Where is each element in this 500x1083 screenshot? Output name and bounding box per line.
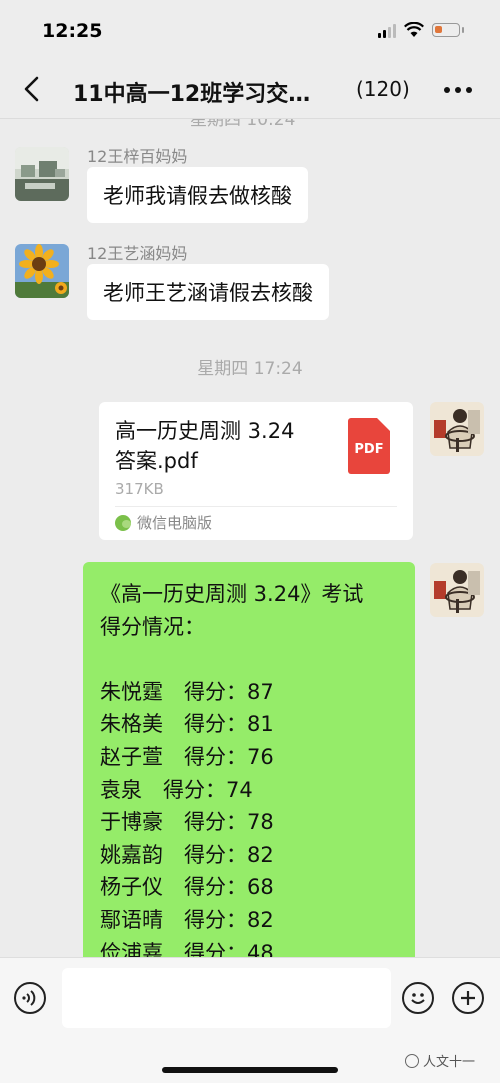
- score-line: 《高一历史周测 3.24》考试: [100, 582, 364, 606]
- member-count: (120): [356, 77, 410, 101]
- chat-title: 11中高一12班学习交…: [73, 82, 311, 107]
- score-line: [100, 643, 401, 676]
- score-line: 袁泉 得分：74: [100, 777, 253, 802]
- file-message-card[interactable]: 高一历史周测 3.24 答案.pdf 317KB PDF 微信电脑版: [99, 402, 413, 540]
- file-name: 高一历史周测 3.24 答案.pdf: [115, 419, 295, 473]
- score-line: 于博豪 得分：78: [100, 810, 274, 835]
- more-options-icon[interactable]: [444, 76, 476, 104]
- score-line: 杨子仪 得分：68: [100, 875, 274, 900]
- file-card-divider: [115, 506, 397, 507]
- message-bubble[interactable]: 老师我请假去做核酸: [87, 167, 308, 223]
- status-icons: [378, 22, 464, 38]
- teacher-avatar[interactable]: [430, 402, 484, 456]
- partial-timestamp: 星期四 10:24: [190, 119, 296, 130]
- teacher-avatar[interactable]: [430, 563, 484, 617]
- watermark: 人文十一: [405, 1051, 475, 1070]
- score-message-bubble[interactable]: 《高一历史周测 3.24》考试 得分情况： 朱悦霆 得分：87 朱格美 得分：8…: [83, 562, 415, 957]
- score-line: 朱格美 得分：81: [100, 712, 274, 737]
- sender-name: 12王梓百妈妈: [87, 147, 188, 166]
- home-indicator[interactable]: [162, 1067, 338, 1073]
- file-source-label: 微信电脑版: [137, 514, 213, 532]
- battery-icon: [432, 23, 464, 37]
- watermark-text: 人文十一: [423, 1055, 476, 1070]
- message-text: 老师王艺涵请假去核酸: [103, 281, 313, 305]
- score-line: 赵子萱 得分：76: [100, 744, 274, 769]
- voice-input-icon[interactable]: [14, 982, 46, 1014]
- emoji-icon[interactable]: [402, 982, 434, 1014]
- score-line: 得分情况：: [100, 614, 205, 639]
- pdf-file-icon: PDF: [348, 418, 390, 474]
- sender-name: 12王艺涵妈妈: [87, 244, 188, 263]
- score-line: 姚嘉韵 得分：82: [100, 842, 274, 867]
- message-bubble[interactable]: 老师王艺涵请假去核酸: [87, 264, 329, 320]
- score-line: 朱悦霆 得分：87: [100, 679, 274, 704]
- chat-area: 星期四 10:24 12王梓百妈妈 老师我请假去做核酸 12王艺涵妈妈 老师王艺…: [0, 119, 500, 957]
- file-source: 微信电脑版: [115, 512, 212, 533]
- status-bar: 12:25: [0, 0, 500, 62]
- signal-icon: [378, 22, 396, 38]
- message-timestamp: 星期四 17:24: [197, 359, 303, 379]
- add-attachment-icon[interactable]: [452, 982, 484, 1014]
- back-arrow-icon[interactable]: [18, 74, 48, 104]
- watermark-icon: [405, 1053, 419, 1068]
- status-time: 12:25: [42, 20, 103, 42]
- file-size: 317KB: [115, 480, 164, 498]
- message-text: 老师我请假去做核酸: [103, 184, 292, 208]
- score-line: 鄢语晴 得分：82: [100, 907, 274, 932]
- nav-bar: 11中高一12班学习交… (120): [0, 62, 500, 119]
- landscape-avatar[interactable]: [15, 147, 69, 201]
- wifi-icon: [404, 22, 424, 37]
- wechat-icon: [115, 514, 131, 531]
- message-input[interactable]: [62, 968, 391, 1028]
- sunflower-avatar[interactable]: [15, 244, 69, 298]
- score-line: 俭浦嘉 得分：48: [100, 940, 274, 957]
